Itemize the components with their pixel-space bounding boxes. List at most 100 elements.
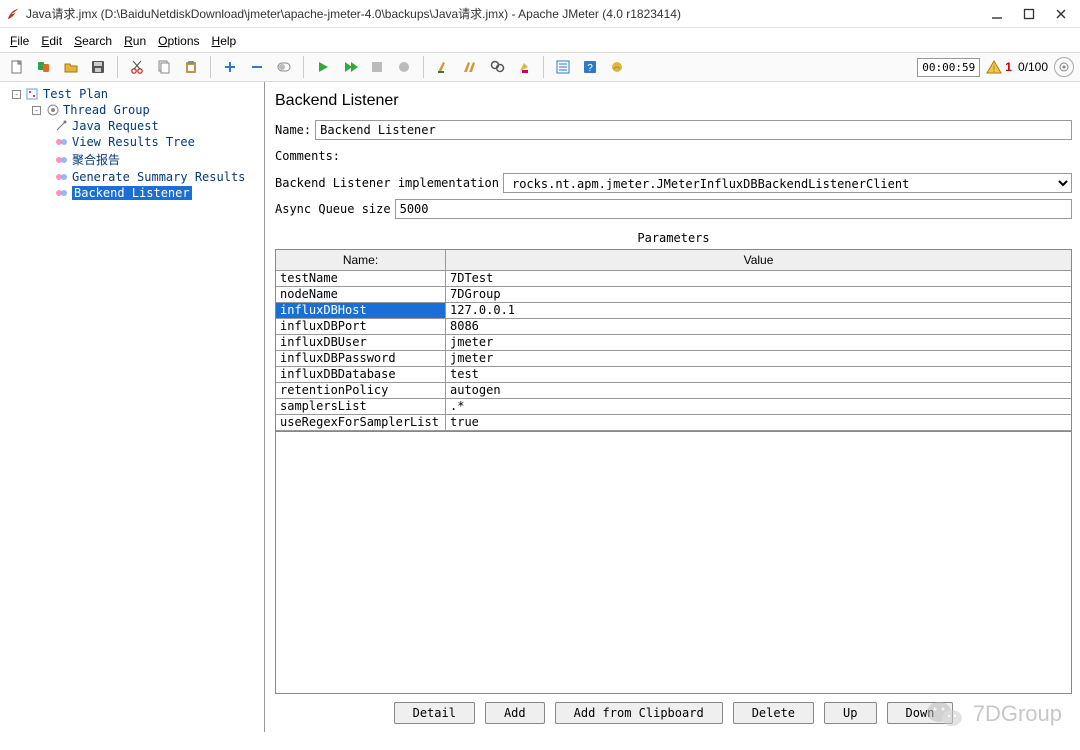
cell-name[interactable]: testName	[276, 271, 446, 286]
table-row[interactable]: influxDBDatabasetest	[276, 367, 1071, 383]
add-button[interactable]: Add	[485, 702, 545, 724]
new-file-icon[interactable]	[6, 56, 28, 78]
cell-value[interactable]: autogen	[446, 383, 1071, 398]
stop-icon[interactable]	[366, 56, 388, 78]
cell-value[interactable]: 7DTest	[446, 271, 1071, 286]
tree-node-backend-listener[interactable]: Backend Listener	[2, 185, 262, 201]
delete-button[interactable]: Delete	[733, 702, 814, 724]
menu-run[interactable]: Run	[120, 32, 150, 50]
toolbar: ? 00:00:59 ! 1 0/100	[0, 52, 1080, 82]
menu-options[interactable]: Options	[154, 32, 203, 50]
table-row[interactable]: influxDBPort8086	[276, 319, 1071, 335]
expand-icon[interactable]	[219, 56, 241, 78]
queue-input[interactable]	[395, 199, 1072, 219]
shutdown-icon[interactable]	[393, 56, 415, 78]
table-row[interactable]: useRegexForSamplerListtrue	[276, 415, 1071, 431]
comments-input[interactable]	[344, 146, 1072, 166]
watermark-text: 7DGroup	[973, 701, 1062, 727]
cell-name[interactable]: influxDBPort	[276, 319, 446, 334]
test-plan-tree[interactable]: - Test Plan - Thread Group Java Request …	[0, 82, 265, 732]
up-button[interactable]: Up	[824, 702, 876, 724]
start-icon[interactable]	[312, 56, 334, 78]
help-icon[interactable]: ?	[579, 56, 601, 78]
collapse-icon[interactable]	[246, 56, 268, 78]
toggle-icon[interactable]	[273, 56, 295, 78]
table-row[interactable]: influxDBPasswordjmeter	[276, 351, 1071, 367]
implementation-select[interactable]: rocks.nt.apm.jmeter.JMeterInfluxDBBacken…	[503, 173, 1072, 193]
cell-name[interactable]: influxDBUser	[276, 335, 446, 350]
maximize-icon[interactable]	[1022, 7, 1036, 21]
minimize-icon[interactable]	[990, 7, 1004, 21]
listener-icon	[55, 154, 69, 166]
menu-edit[interactable]: Edit	[37, 32, 66, 50]
config-panel: Backend Listener Name: Comments: Backend…	[265, 82, 1080, 732]
table-empty-area[interactable]	[275, 432, 1072, 694]
tree-node-test-plan[interactable]: - Test Plan	[2, 86, 262, 102]
save-icon[interactable]	[87, 56, 109, 78]
cell-name[interactable]: samplersList	[276, 399, 446, 414]
table-row[interactable]: samplersList.*	[276, 399, 1071, 415]
tree-node-aggregate-report[interactable]: 聚合报告	[2, 150, 262, 169]
cell-value[interactable]: .*	[446, 399, 1071, 414]
table-row[interactable]: nodeName7DGroup	[276, 287, 1071, 303]
cell-value[interactable]: jmeter	[446, 335, 1071, 350]
open-icon[interactable]	[60, 56, 82, 78]
toggle-icon[interactable]: -	[12, 90, 21, 99]
cell-name[interactable]: influxDBPassword	[276, 351, 446, 366]
table-row[interactable]: retentionPolicyautogen	[276, 383, 1071, 399]
clear-all-icon[interactable]	[459, 56, 481, 78]
menu-file[interactable]: File	[6, 32, 33, 50]
function-helper-icon[interactable]	[552, 56, 574, 78]
warning-icon[interactable]: ! 1	[986, 60, 1012, 74]
table-header: Name: Value	[276, 250, 1071, 271]
svg-text:!: !	[993, 64, 996, 74]
main-split: - Test Plan - Thread Group Java Request …	[0, 82, 1080, 732]
testplan-icon	[26, 88, 40, 100]
reset-search-icon[interactable]	[513, 56, 535, 78]
queue-label: Async Queue size	[275, 202, 391, 216]
col-value: Value	[446, 250, 1071, 271]
cell-name[interactable]: influxDBDatabase	[276, 367, 446, 382]
remote-icon[interactable]	[606, 56, 628, 78]
cell-value[interactable]: 8086	[446, 319, 1071, 334]
parameters-table[interactable]: Name: Value testName7DTestnodeName7DGrou…	[275, 249, 1072, 432]
detail-button[interactable]: Detail	[394, 702, 475, 724]
cell-name[interactable]: useRegexForSamplerList	[276, 415, 446, 430]
templates-icon[interactable]	[33, 56, 55, 78]
cell-value[interactable]: jmeter	[446, 351, 1071, 366]
menu-help[interactable]: Help	[208, 32, 241, 50]
comments-row: Comments:	[275, 146, 1072, 167]
table-row[interactable]: testName7DTest	[276, 271, 1071, 287]
table-row[interactable]: influxDBHost127.0.0.1	[276, 303, 1071, 319]
paste-icon[interactable]	[180, 56, 202, 78]
add-from-clipboard-button[interactable]: Add from Clipboard	[555, 702, 723, 724]
cut-icon[interactable]	[126, 56, 148, 78]
clear-icon[interactable]	[432, 56, 454, 78]
tree-node-generate-summary-results[interactable]: Generate Summary Results	[2, 169, 262, 185]
tree-node-java-request[interactable]: Java Request	[2, 118, 262, 134]
panel-heading: Backend Listener	[275, 92, 1072, 110]
search-icon[interactable]	[486, 56, 508, 78]
cell-value[interactable]: 7DGroup	[446, 287, 1071, 302]
table-row[interactable]: influxDBUserjmeter	[276, 335, 1071, 351]
listener-icon	[55, 136, 69, 148]
implementation-label: Backend Listener implementation	[275, 176, 499, 190]
copy-icon[interactable]	[153, 56, 175, 78]
menu-search[interactable]: Search	[70, 32, 116, 50]
gear-icon[interactable]	[1054, 57, 1074, 77]
sampler-icon	[55, 120, 69, 132]
start-no-pause-icon[interactable]	[339, 56, 361, 78]
cell-name[interactable]: retentionPolicy	[276, 383, 446, 398]
tree-node-thread-group[interactable]: - Thread Group	[2, 102, 262, 118]
name-input[interactable]	[315, 120, 1072, 140]
close-icon[interactable]	[1054, 7, 1068, 21]
cell-value[interactable]: true	[446, 415, 1071, 430]
thread-count: 0/100	[1018, 60, 1048, 74]
name-label: Name:	[275, 123, 311, 137]
cell-name[interactable]: influxDBHost	[276, 303, 446, 318]
cell-value[interactable]: test	[446, 367, 1071, 382]
cell-value[interactable]: 127.0.0.1	[446, 303, 1071, 318]
toggle-icon[interactable]: -	[32, 106, 41, 115]
tree-node-view-results-tree[interactable]: View Results Tree	[2, 134, 262, 150]
cell-name[interactable]: nodeName	[276, 287, 446, 302]
